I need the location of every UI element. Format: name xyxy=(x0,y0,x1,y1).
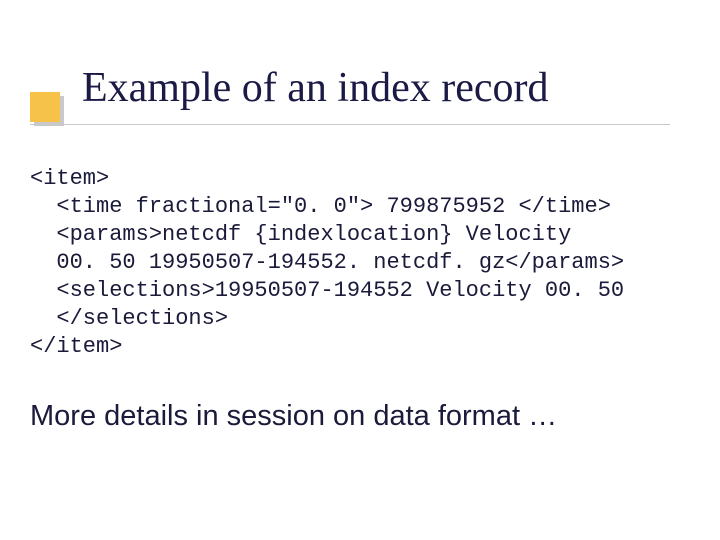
title-underline xyxy=(30,124,670,125)
code-block: <item> <time fractional="0. 0"> 79987595… xyxy=(30,165,690,361)
code-line: <time fractional="0. 0"> 799875952 </tim… xyxy=(30,194,611,219)
footer-note: More details in session on data format … xyxy=(30,400,690,433)
slide-title: Example of an index record xyxy=(82,64,548,112)
slide: Example of an index record <item> <time … xyxy=(0,0,720,540)
code-line: </selections> xyxy=(30,306,228,331)
code-line: 00. 50 19950507-194552. netcdf. gz</para… xyxy=(30,250,624,275)
code-line: <params>netcdf {indexlocation} Velocity xyxy=(30,222,571,247)
code-line: <selections>19950507-194552 Velocity 00.… xyxy=(30,278,624,303)
code-line: <item> xyxy=(30,166,109,191)
code-line: </item> xyxy=(30,334,122,359)
bullet-square-icon xyxy=(30,92,60,122)
